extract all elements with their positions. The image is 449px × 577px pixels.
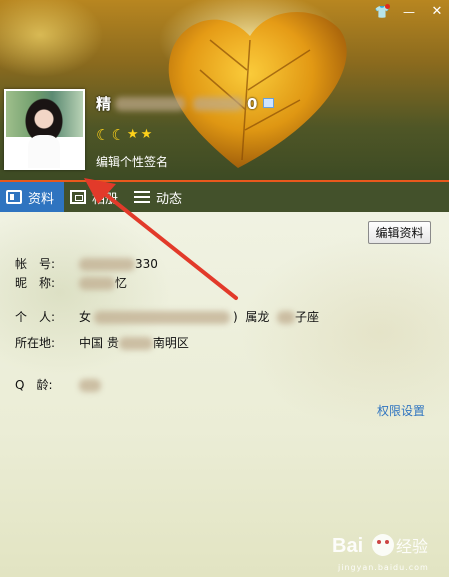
qage-label: Q 龄: (15, 378, 53, 392)
nickname-start: 精 (96, 94, 112, 113)
qq-level[interactable]: ☾ ☾ ★ ★ (96, 127, 152, 143)
nickname: 精0 (96, 93, 257, 114)
nickname-label: 昵 称: (15, 276, 56, 290)
account-redacted (79, 258, 135, 271)
personal-redacted (94, 311, 231, 324)
star-icon: ★ (126, 127, 139, 142)
profile-card-icon (6, 190, 22, 204)
minimize-icon[interactable]: — (401, 4, 417, 20)
nickname-row: 精0 (96, 92, 275, 114)
watermark-url: jingyan.baidu.com (338, 563, 429, 572)
baidu-watermark-logo: Bai 经验 (332, 534, 428, 557)
qage-row: Q 龄: (15, 376, 101, 393)
qq-show-icon[interactable] (263, 98, 275, 108)
profile-tabs: 资料 相册 动态 (0, 182, 449, 212)
profile-header: 👕 — ✕ 精0 ☾ ☾ ★ ★ 编辑个性签名 (0, 0, 449, 182)
nickname-redacted (115, 97, 186, 111)
tab-album-label: 相册 (92, 191, 119, 207)
watermark-brand: Bai (332, 535, 363, 557)
signature-edit[interactable]: 编辑个性签名 (96, 153, 168, 170)
feed-icon (134, 190, 151, 204)
tab-album[interactable]: 相册 (64, 182, 128, 212)
tab-profile-label: 资料 (28, 191, 55, 207)
personal-label: 个 人: (15, 310, 56, 324)
tab-feed[interactable]: 动态 (128, 182, 192, 212)
tab-feed-label: 动态 (156, 191, 183, 207)
star-icon: ★ (140, 127, 153, 142)
nickname-end: 0 (247, 94, 258, 113)
permission-settings-link[interactable]: 权限设置 (377, 402, 425, 419)
location-label: 所在地: (15, 336, 56, 350)
nickname-info-value: 忆 (115, 276, 128, 290)
account-label: 帐 号: (15, 257, 56, 271)
account-value: 330 (135, 257, 158, 271)
location-redacted (118, 337, 153, 350)
nickname-row-info: 昵 称: 忆 (15, 274, 127, 291)
moon-icon: ☾ (96, 126, 110, 144)
personal-row: 个 人: 女) 属龙 子座 (15, 308, 319, 325)
location-district: 南明区 (152, 336, 189, 350)
close-icon[interactable]: ✕ (429, 4, 445, 20)
album-icon (70, 190, 87, 204)
avatar-figure (28, 135, 60, 168)
nickname-info-redacted (79, 277, 115, 290)
notification-dot (385, 4, 390, 9)
location-row: 所在地: 中国 贵 南明区 (15, 334, 189, 351)
personal-gender: 女 (79, 310, 92, 324)
sign-redacted (277, 311, 295, 324)
tab-profile[interactable]: 资料 (0, 182, 65, 212)
nickname-redacted-2 (193, 97, 244, 111)
personal-star-sign: 子座 (295, 310, 320, 324)
personal-mid: ) (233, 310, 238, 324)
watermark-brand-2: 经验 (396, 537, 428, 556)
avatar[interactable] (4, 89, 85, 170)
account-row: 帐 号: 330 (15, 255, 158, 272)
leaf-background-image (168, 11, 347, 169)
qage-redacted (79, 379, 101, 392)
edit-profile-button[interactable]: 编辑资料 (368, 221, 431, 244)
skin-icon[interactable]: 👕 (374, 4, 390, 20)
location-province: 贵 (106, 336, 119, 350)
personal-zodiac: 属龙 (245, 310, 270, 324)
moon-icon: ☾ (111, 126, 125, 144)
location-country: 中国 (79, 336, 104, 350)
